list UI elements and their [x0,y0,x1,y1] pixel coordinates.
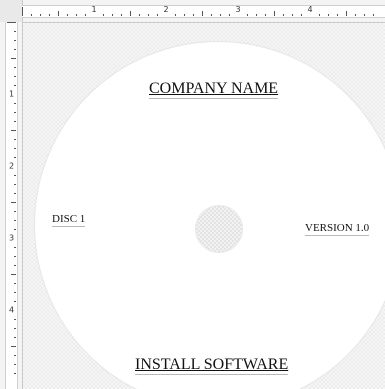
vertical-ruler-ticks [7,22,16,374]
version-text[interactable]: VERSION 1.0 [305,222,370,236]
vruler-number-2: 2 [8,161,15,171]
company-name-text[interactable]: COMPANY NAME [149,80,279,100]
ruler-number-4: 4 [307,5,313,14]
ruler-corner [0,0,23,22]
install-software-text[interactable]: INSTALL SOFTWARE [135,356,289,376]
horizontal-ruler-track: 1 2 3 4 [22,5,385,18]
ruler-number-2: 2 [163,5,169,14]
cd-hub-hole[interactable] [196,206,242,252]
ruler-number-1: 1 [91,5,97,14]
horizontal-ruler-ticks [22,7,374,16]
document-canvas[interactable]: COMPANY NAME DISC 1 VERSION 1.0 INSTALL … [23,23,385,389]
horizontal-ruler: 1 2 3 4 [0,0,385,23]
vruler-number-3: 3 [8,233,15,243]
vertical-ruler: 1 2 3 4 [0,22,23,389]
vruler-number-4: 4 [8,305,15,315]
vertical-ruler-track: 1 2 3 4 [5,22,18,389]
cd-disc-shape[interactable]: COMPANY NAME DISC 1 VERSION 1.0 INSTALL … [35,42,385,389]
ruler-number-3: 3 [235,5,241,14]
vruler-number-1: 1 [8,89,15,99]
disc-number-text[interactable]: DISC 1 [52,213,86,227]
